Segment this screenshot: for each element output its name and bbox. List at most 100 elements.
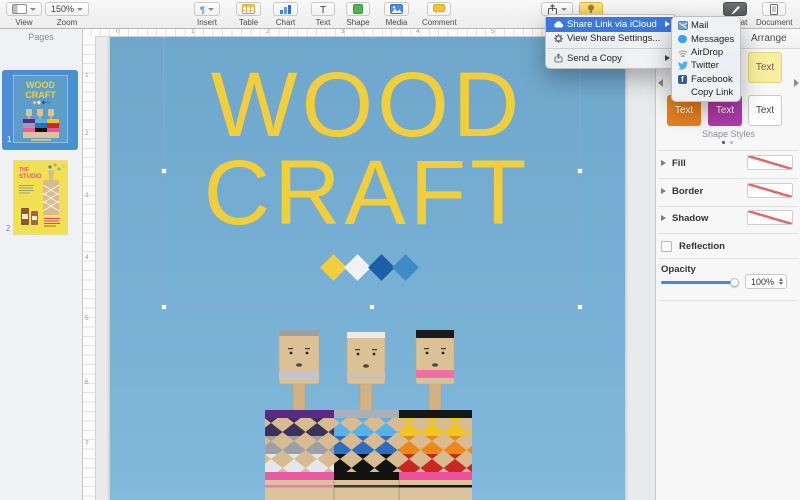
airdrop-icon	[677, 47, 688, 57]
selection-handle[interactable]	[577, 168, 583, 174]
submenu-item-label: Messages	[691, 34, 734, 45]
reflection-section: Reflection	[661, 238, 796, 254]
svg-text:STUDIO: STUDIO	[19, 174, 42, 180]
vertical-ruler: 1 2 3 4 5 6 7	[82, 36, 96, 500]
facebook-icon	[677, 74, 688, 84]
menu-item-share-link-via-icloud[interactable]: Share Link via iCloud	[546, 17, 676, 32]
shadow-none-swatch[interactable]	[747, 210, 793, 225]
disclosure-triangle-icon	[661, 215, 666, 221]
submenu-item-twitter[interactable]: Twitter	[672, 59, 740, 72]
tab-arrange[interactable]: Arrange	[751, 33, 787, 44]
menu-item-send-a-copy[interactable]: Send a Copy	[546, 51, 676, 66]
ruler-tick: 4	[85, 254, 89, 261]
ruler-tick: 2	[266, 28, 270, 35]
opacity-slider-knob[interactable]	[730, 278, 739, 287]
svg-text:THE: THE	[19, 167, 30, 173]
chart-button[interactable]	[273, 2, 298, 16]
menu-item-label: View Share Settings...	[567, 33, 660, 44]
media-button[interactable]	[384, 2, 409, 16]
wooden-cabinet	[265, 410, 472, 500]
insert-label: Insert	[197, 18, 217, 27]
menu-item-view-share-settings[interactable]: View Share Settings...	[546, 32, 676, 47]
reflection-checkbox[interactable]	[661, 241, 672, 252]
media-control: Media	[384, 2, 409, 27]
submenu-item-label: AirDrop	[691, 47, 723, 58]
selection-handle[interactable]	[369, 304, 375, 310]
selection-handle[interactable]	[577, 304, 583, 310]
chart-label: Chart	[276, 18, 296, 27]
zoom-button[interactable]: 150%	[45, 2, 89, 16]
page-2-thumbnail[interactable]: THE STUDIO	[13, 160, 68, 235]
submenu-item-messages[interactable]: Messages	[672, 32, 740, 45]
table-control: Table	[236, 2, 261, 27]
comment-control: Comment	[422, 2, 457, 27]
shape-button[interactable]	[346, 2, 370, 16]
page-1-number: 1	[7, 135, 11, 144]
presets-prev-arrow[interactable]	[658, 79, 663, 87]
ruler-tick: 7	[85, 440, 89, 447]
shape-icon	[353, 4, 363, 14]
ruler-tick: 0	[116, 28, 120, 35]
ruler-tick: 3	[341, 28, 345, 35]
selection-handle[interactable]	[161, 304, 167, 310]
opacity-slider[interactable]	[661, 281, 738, 284]
presets-next-arrow[interactable]	[794, 79, 799, 87]
fill-label: Fill	[672, 158, 686, 169]
shape-control: Shape	[346, 2, 370, 27]
preset-label: Text	[756, 105, 774, 116]
submenu-arrow-icon	[665, 21, 670, 27]
fill-none-swatch[interactable]	[747, 155, 793, 170]
svg-text:CRAFT: CRAFT	[25, 90, 56, 100]
ruler-tick: 5	[85, 315, 89, 322]
document-icon	[769, 4, 779, 15]
chart-icon	[279, 4, 292, 14]
text-style-preset-yellow[interactable]: Text	[748, 52, 782, 83]
ruler-tick: 1	[85, 72, 89, 79]
stepper-arrows-icon[interactable]	[779, 278, 783, 285]
view-icon	[12, 4, 27, 14]
menu-item-label: Send a Copy	[567, 53, 622, 64]
icloud-icon	[552, 20, 564, 28]
chevron-down-icon	[30, 8, 36, 11]
shape-styles-label: Shape Styles	[656, 129, 800, 139]
text-style-preset-white[interactable]: Text	[748, 95, 782, 126]
comment-button[interactable]	[427, 2, 451, 16]
svg-text:WOOD: WOOD	[26, 80, 55, 90]
border-label: Border	[672, 186, 703, 197]
opacity-stepper[interactable]: 100%	[745, 274, 787, 289]
submenu-item-label: Facebook	[691, 74, 733, 85]
table-icon	[242, 4, 255, 14]
presets-page-dots[interactable]	[722, 141, 733, 144]
format-button[interactable]	[723, 2, 747, 16]
pages-title: Pages	[0, 32, 82, 42]
chevron-down-icon	[77, 8, 83, 11]
shape-label: Shape	[346, 18, 369, 27]
pages-app-window: { "toolbar": { "view": {"label": "View"}…	[0, 0, 800, 500]
ruler-tick: 5	[491, 28, 495, 35]
preset-label: Text	[756, 62, 774, 73]
share-icon	[547, 4, 558, 15]
border-none-swatch[interactable]	[747, 183, 793, 198]
paintbrush-icon	[729, 4, 741, 15]
disclosure-triangle-icon	[661, 188, 666, 194]
table-button[interactable]	[236, 2, 261, 16]
chevron-down-icon	[561, 8, 567, 11]
submenu-item-facebook[interactable]: Facebook	[672, 73, 740, 86]
submenu-item-airdrop[interactable]: AirDrop	[672, 46, 740, 59]
text-icon	[320, 0, 326, 18]
selection-handle[interactable]	[161, 168, 167, 174]
view-button[interactable]	[6, 2, 42, 16]
insert-icon	[200, 0, 205, 18]
send-copy-icon	[552, 53, 564, 63]
submenu-item-label: Copy Link	[691, 87, 733, 98]
page-1-thumbnail[interactable]: WOOD CRAFT	[13, 75, 68, 143]
zoom-label: Zoom	[57, 18, 77, 27]
insert-button[interactable]	[194, 2, 220, 16]
preset-label: Text	[675, 105, 693, 116]
text-button[interactable]	[311, 2, 335, 16]
zoom-value: 150%	[51, 4, 74, 14]
submenu-item-mail[interactable]: Mail	[672, 19, 740, 32]
submenu-item-copy-link[interactable]: Copy Link	[672, 86, 740, 99]
document-button[interactable]	[762, 2, 786, 16]
pages-sidebar: Pages WOOD CRAFT 1 THE STUDIO 2	[0, 28, 83, 500]
